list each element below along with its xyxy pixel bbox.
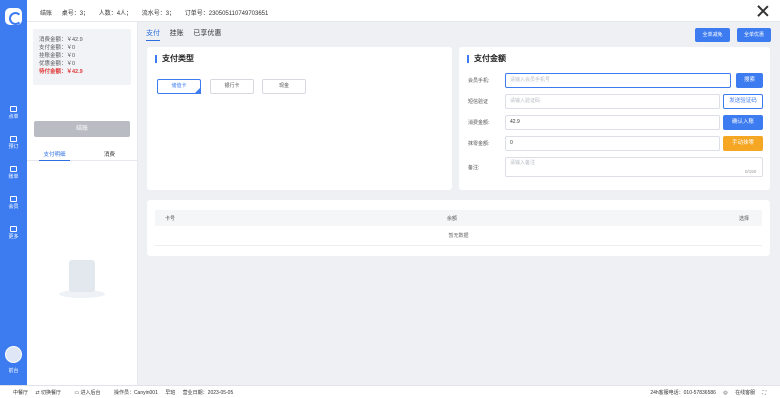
payment-tabs: 支付 挂账 已享优惠	[146, 28, 229, 41]
pay-option-stored-card[interactable]: 储值卡	[157, 79, 201, 94]
sidebar-item-label: 点单	[8, 114, 19, 120]
document-icon	[69, 260, 95, 292]
tab-pay[interactable]: 支付	[146, 28, 160, 41]
sidebar-item-label: 会员	[8, 204, 19, 210]
pay-option-bank-card[interactable]: 银行卡	[210, 79, 254, 94]
code-label: 短信验证	[468, 99, 489, 105]
consume-input[interactable]: 42.9	[505, 115, 720, 130]
paid-amount: 支付金额：￥0	[39, 45, 76, 51]
consume-amount: 消费金额：￥42.9	[39, 37, 83, 43]
switch-restaurant-link[interactable]: ⇄ 切换餐厅	[35, 390, 67, 396]
summary-tabs: 支付明细 消费	[27, 148, 138, 161]
wipe-input[interactable]: 0	[505, 136, 720, 151]
calendar-icon	[10, 136, 17, 142]
online-service-label: 在线客服	[735, 390, 756, 396]
chart-icon	[10, 166, 17, 172]
phone-row: 会员手机: 请输入会员手机号	[468, 73, 768, 88]
empty-illustration	[59, 260, 105, 302]
sidebar-item-bill[interactable]: 账单	[0, 166, 27, 180]
app: 点单 预订 账单 会员 更多 前台 结账 桌号：3； 人数：4人； 流水号：3；…	[0, 0, 780, 398]
pay-amount-title: 支付金额	[467, 55, 506, 63]
summary-panel: 消费金额：￥42.9 支付金额：￥0 挂账金额：￥0 优惠金额：￥0 待付金额：…	[27, 22, 138, 385]
manual-wipe-button[interactable]: 手动抹零	[723, 136, 763, 151]
remark-input[interactable]: 请输入备注	[505, 157, 763, 177]
user-name: 前台	[8, 368, 19, 374]
phone-label: 会员手机:	[468, 78, 490, 84]
status-right: 24h客服电话：010-57836586 ◎ 在线客服 ⛶	[644, 389, 766, 396]
remark-row: 备注: 请输入备注	[468, 157, 768, 177]
top-bar: 结账 桌号：3； 人数：4人； 流水号：3； 订单号：2305051107497…	[27, 0, 780, 22]
amount-summary: 消费金额：￥42.9 支付金额：￥0 挂账金额：￥0 优惠金额：￥0 待付金额：…	[33, 29, 131, 85]
whole-discount-button[interactable]: 全单减免	[695, 28, 730, 42]
business-date: 营业日期：2023-05-05	[182, 390, 234, 396]
fullscreen-icon[interactable]: ⛶	[762, 390, 766, 396]
sidebar-item-reserve[interactable]: 预订	[0, 136, 27, 150]
wipe-label: 抹零金额:	[468, 141, 490, 147]
sidebar: 点单 预订 账单 会员 更多 前台	[0, 0, 27, 385]
settle-label: 结账	[40, 11, 53, 17]
tab-consume[interactable]: 消费	[82, 150, 137, 158]
backend-label: 进入后台	[80, 390, 101, 396]
sidebar-item-member[interactable]: 会员	[0, 196, 27, 210]
app-logo-icon	[5, 8, 22, 25]
send-code-button[interactable]: 发送验证码	[723, 94, 763, 109]
home-icon	[10, 106, 17, 112]
remark-label: 备注:	[468, 165, 480, 171]
close-icon[interactable]	[756, 4, 770, 18]
due-amount: 待付金额：￥42.9	[39, 69, 83, 75]
sidebar-item-label: 更多	[8, 234, 19, 240]
tab-discounts[interactable]: 已享优惠	[193, 28, 221, 38]
sidebar-item-label: 预订	[8, 144, 19, 150]
remark-counter: 0/150	[745, 169, 757, 174]
tab-charge[interactable]: 挂账	[170, 28, 184, 38]
status-bar: 中餐厅 ⇄ 切换餐厅 ▭ 进入后台 操作员：Canyin001 早班 营业日期：…	[0, 385, 780, 398]
code-input[interactable]: 请输入验证码	[505, 94, 720, 109]
tab-payment-detail[interactable]: 支付明细	[27, 150, 82, 161]
table-number: 桌号：3；	[61, 11, 90, 17]
grid-icon	[10, 226, 17, 232]
pay-option-cash[interactable]: 现金	[262, 79, 306, 94]
pay-type-card: 支付类型	[147, 47, 452, 190]
sidebar-item-label: 账单	[8, 174, 19, 180]
member-icon	[10, 196, 17, 202]
whole-promo-button[interactable]: 全单优惠	[737, 28, 771, 42]
operator: 操作员：Canyin001	[113, 390, 158, 396]
guest-count: 人数：4人；	[98, 11, 133, 17]
sidebar-item-order[interactable]: 点单	[0, 106, 27, 120]
search-button[interactable]: 搜索	[736, 73, 763, 88]
consume-label: 消费金额:	[468, 120, 490, 126]
column-select: 选择	[739, 216, 750, 222]
table-header: 卡号 余额 选择	[155, 210, 762, 226]
pay-type-title: 支付类型	[155, 55, 194, 63]
phone-input[interactable]: 请输入会员手机号	[505, 73, 731, 88]
status-left: 中餐厅 ⇄ 切换餐厅 ▭ 进入后台 操作员：Canyin001 早班 营业日期：…	[13, 389, 239, 396]
discount-amount: 优惠金额：￥0	[39, 61, 76, 67]
column-balance: 余额	[447, 216, 458, 222]
switch-restaurant-label: 切换餐厅	[41, 390, 62, 396]
backend-link[interactable]: ▭ 进入后台	[74, 390, 106, 396]
online-service-link[interactable]: ◎ 在线客服	[723, 390, 755, 396]
sidebar-item-more[interactable]: 更多	[0, 226, 27, 240]
avatar[interactable]	[5, 346, 22, 363]
settle-button[interactable]: 结账	[34, 121, 130, 137]
restaurant-name: 中餐厅	[13, 390, 29, 396]
hotline: 24h客服电话：010-57836586	[650, 390, 716, 396]
shift: 早班	[165, 390, 176, 396]
card-table: 卡号 余额 选择 暂无数据	[147, 200, 770, 256]
column-card-no: 卡号	[165, 216, 176, 222]
serial-number: 流水号：3；	[141, 11, 176, 17]
table-empty-text: 暂无数据	[155, 226, 762, 246]
charged-amount: 挂账金额：￥0	[39, 53, 76, 59]
order-info: 结账 桌号：3； 人数：4人； 流水号：3； 订单号：2305051107497…	[40, 8, 276, 17]
order-number: 订单号：230505110749703651	[184, 11, 269, 17]
confirm-post-button[interactable]: 确认入账	[723, 115, 763, 130]
